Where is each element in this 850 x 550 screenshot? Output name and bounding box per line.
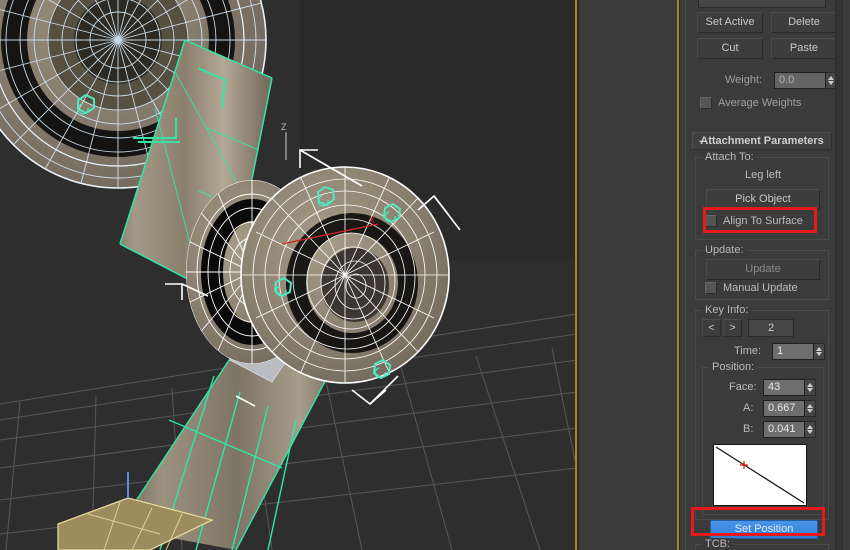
b-field-group[interactable]: 0.041 <box>763 421 816 438</box>
attachment-parameters-rollout-header[interactable]: - Attachment Parameters <box>692 132 832 150</box>
a-spinner[interactable] <box>805 400 816 417</box>
manual-update-row[interactable]: Manual Update <box>705 282 798 294</box>
face-label: Face: <box>729 381 757 393</box>
a-field-group[interactable]: 0.667 <box>763 400 816 417</box>
viewport-active-border <box>575 0 577 550</box>
attach-to-title: Attach To: <box>702 151 757 163</box>
set-active-button[interactable]: Set Active <box>697 12 763 33</box>
face-position-preview[interactable] <box>713 444 807 506</box>
position-group: Position: Face: 43 A: 0.667 B: 0.041 <box>702 361 824 515</box>
face-field-group[interactable]: 43 <box>763 379 816 396</box>
average-weights-checkbox[interactable] <box>700 97 712 109</box>
time-label: Time: <box>734 345 762 357</box>
align-to-surface-label: Align To Surface <box>723 215 803 227</box>
b-input[interactable]: 0.041 <box>763 421 805 438</box>
viewport-render: X Z <box>0 0 577 550</box>
a-input[interactable]: 0.667 <box>763 400 805 417</box>
next-key-button[interactable]: > <box>723 319 742 337</box>
update-button[interactable]: Update <box>706 259 820 280</box>
b-spinner[interactable] <box>805 421 816 438</box>
face-input[interactable]: 43 <box>763 379 805 396</box>
face-preview-graph <box>715 446 805 504</box>
tcb-group: TCB: <box>695 538 829 550</box>
manual-update-label: Manual Update <box>723 282 798 294</box>
time-input[interactable]: 1 <box>772 343 814 360</box>
prev-key-button[interactable]: < <box>702 319 721 337</box>
update-group: Update: Update Manual Update <box>695 244 829 300</box>
a-label: A: <box>743 402 754 414</box>
b-label: B: <box>743 423 754 435</box>
command-panel-scrollbar[interactable] <box>835 0 842 550</box>
weight-field-group[interactable]: 0.0 <box>774 72 837 89</box>
perspective-viewport[interactable]: X Z <box>0 0 577 550</box>
gizmo-axis-label-z: Z <box>281 122 287 132</box>
attach-to-group: Attach To: Leg left Pick Object Align To… <box>695 151 829 240</box>
face-spinner[interactable] <box>805 379 816 396</box>
command-panel-inner: Set Active Delete Cut Paste Weight: 0.0 … <box>685 0 843 550</box>
delete-button[interactable]: Delete <box>771 12 837 33</box>
align-to-surface-checkbox[interactable] <box>705 215 717 227</box>
average-weights-label: Average Weights <box>718 97 802 109</box>
time-field-group[interactable]: 1 <box>772 343 825 360</box>
cut-button[interactable]: Cut <box>697 38 763 59</box>
weight-label: Weight: <box>725 74 763 86</box>
set-position-button[interactable]: Set Position <box>710 520 818 539</box>
align-to-surface-row[interactable]: Align To Surface <box>705 215 803 227</box>
app-root: X Z Set Active Delete Cut Paste Weight: … <box>0 0 850 550</box>
time-spinner[interactable] <box>814 343 825 360</box>
paste-button[interactable]: Paste <box>771 38 837 59</box>
average-weights-checkbox-row[interactable]: Average Weights <box>700 97 801 109</box>
manual-update-checkbox[interactable] <box>705 282 717 294</box>
tcb-title: TCB: <box>702 538 734 550</box>
update-title: Update: <box>702 244 747 256</box>
position-title: Position: <box>709 361 758 373</box>
viewport-gap <box>579 0 677 550</box>
key-number-field[interactable]: 2 <box>748 319 794 337</box>
attachment-parameters-title: Attachment Parameters <box>700 135 824 147</box>
svg-text:X: X <box>369 215 375 225</box>
list-box-partial[interactable] <box>698 0 826 8</box>
pick-object-button[interactable]: Pick Object <box>706 189 820 210</box>
command-panel: Set Active Delete Cut Paste Weight: 0.0 … <box>679 0 850 550</box>
weight-input[interactable]: 0.0 <box>774 72 826 89</box>
key-info-group: Key Info: < > 2 Time: 1 Position: Face: … <box>695 304 829 539</box>
key-info-title: Key Info: <box>702 304 752 316</box>
attached-object-name: Leg left <box>744 169 782 181</box>
collapse-icon[interactable]: - <box>699 133 703 149</box>
